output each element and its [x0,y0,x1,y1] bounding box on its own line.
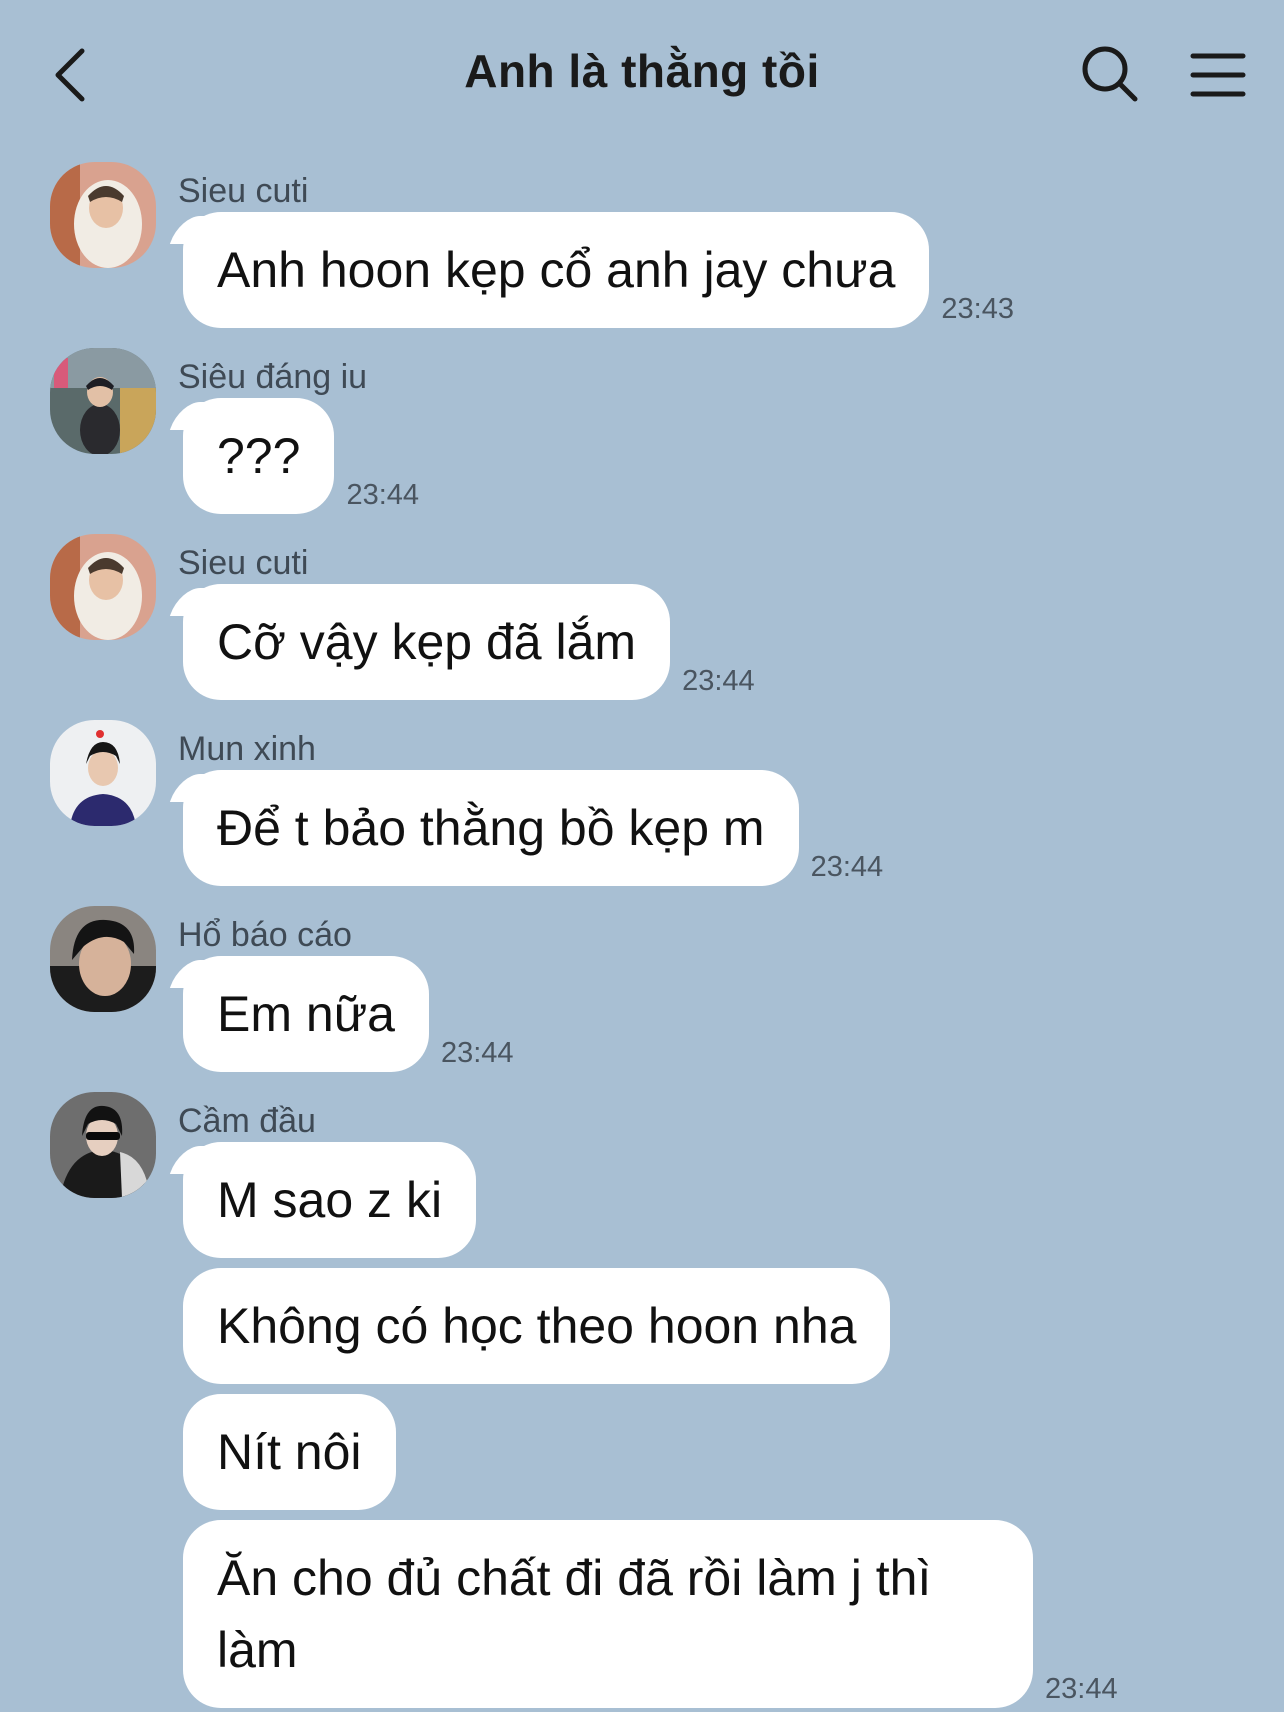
avatar-photo [50,1092,156,1198]
message-bubble[interactable]: M sao z ki [183,1142,477,1258]
sender-name: Hổ báo cáo [178,916,352,954]
avatar-photo [50,348,156,454]
search-button[interactable] [1080,44,1140,104]
avatar[interactable] [50,162,156,268]
message-bubble[interactable]: Không có học theo hoon nha [183,1268,891,1384]
message-row: M sao z ki [183,1142,477,1258]
avatar-photo [50,720,156,826]
message-time: 23:44 [682,665,755,697]
message-bubble[interactable]: Nít nôi [183,1394,396,1510]
sender-name: Sieu cuti [178,544,309,582]
avatar-photo [50,906,156,1012]
avatar[interactable] [50,348,156,454]
avatar[interactable] [50,906,156,1012]
message-time: 23:44 [1045,1673,1118,1705]
message-row: Để t bảo thằng bồ kẹp m 23:44 [183,770,883,886]
avatar-photo [50,162,156,268]
message-bubble[interactable]: Để t bảo thằng bồ kẹp m [183,770,799,886]
message-bubble[interactable]: Anh hoon kẹp cổ anh jay chưa [183,212,930,328]
message-row: Cỡ vậy kẹp đã lắm 23:44 [183,584,755,700]
message-bubble[interactable]: Ăn cho đủ chất đi đã rồi làm j thì làm [183,1520,1033,1708]
avatar[interactable] [50,720,156,826]
message-time: 23:43 [941,293,1014,325]
sender-name: Siêu đáng iu [178,358,368,396]
message-bubble[interactable]: Em nữa [183,956,429,1072]
search-icon [1082,46,1138,102]
message-time: 23:44 [346,479,420,511]
chat-header: Anh là thằng tồi [0,0,1284,150]
avatar[interactable] [50,1092,156,1198]
message-row: ??? 23:44 [183,398,419,514]
menu-button[interactable] [1190,50,1246,100]
sender-name: Mun xinh [178,730,316,768]
message-time: 23:44 [810,851,884,883]
message-time: 23:44 [440,1037,514,1069]
hamburger-menu-icon [1190,53,1246,97]
avatar-photo [50,534,156,640]
avatar[interactable] [50,534,156,640]
message-row: Anh hoon kẹp cổ anh jay chưa 23:43 [183,212,1014,328]
message-bubble[interactable]: ??? [183,398,335,514]
sender-name: Cầm đầu [178,1102,316,1140]
message-bubble[interactable]: Cỡ vậy kẹp đã lắm [183,584,671,700]
message-row: Nít nôi [183,1394,396,1510]
message-row: Ăn cho đủ chất đi đã rồi làm j thì làm 2… [183,1520,1118,1708]
message-row: Em nữa 23:44 [183,956,514,1072]
sender-name: Sieu cuti [178,172,309,210]
message-row: Không có học theo hoon nha [183,1268,891,1384]
